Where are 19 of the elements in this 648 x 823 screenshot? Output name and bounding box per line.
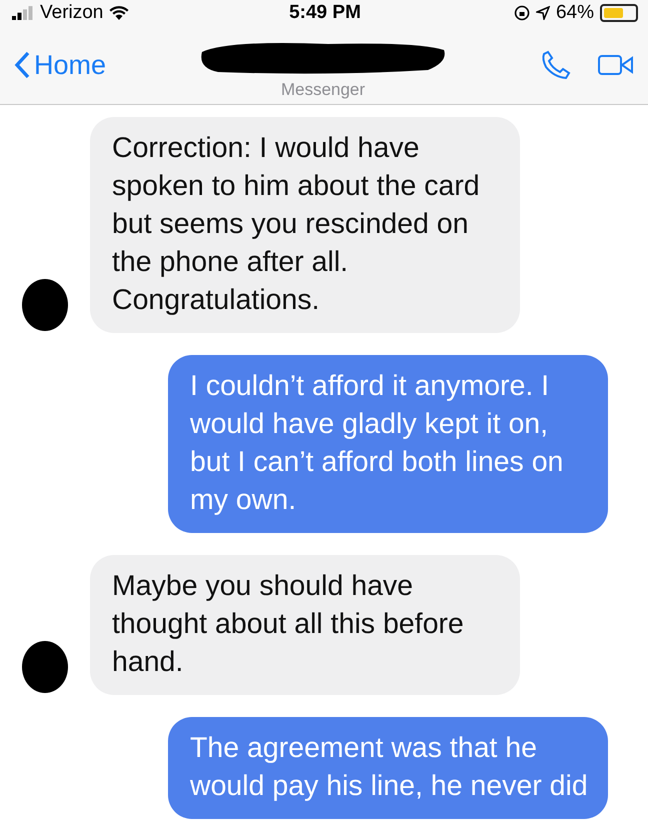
app-subtitle: Messenger xyxy=(280,80,366,100)
signal-icon xyxy=(12,6,34,20)
redacted-avatar xyxy=(20,277,70,333)
back-link[interactable]: Home xyxy=(14,50,106,80)
sent-message: I couldn’t afford it anymore. I would have gladly kept it on, but I can’t afford both lines on my own. xyxy=(168,355,608,533)
video-camera-icon[interactable] xyxy=(598,53,634,77)
battery-icon xyxy=(600,4,638,22)
chevron-left-icon xyxy=(14,51,30,79)
clock-time: 5:49 PM xyxy=(289,2,361,24)
wifi-icon xyxy=(109,5,130,21)
rotation-lock-icon xyxy=(514,5,530,21)
carrier-name: Verizon xyxy=(40,2,104,24)
battery-percent: 64% xyxy=(556,2,594,24)
received-message: Maybe you should have thought about all this before hand. xyxy=(90,555,520,695)
received-message: Correction: I would have spoken to him about the card but seems you rescinded on the phone after all. Congratulations. xyxy=(90,117,520,333)
sent-message: The agreement was that he would pay his line, he never did xyxy=(168,717,608,819)
redacted-avatar xyxy=(20,639,70,695)
phone-icon[interactable] xyxy=(540,49,572,81)
location-arrow-icon xyxy=(536,6,550,20)
